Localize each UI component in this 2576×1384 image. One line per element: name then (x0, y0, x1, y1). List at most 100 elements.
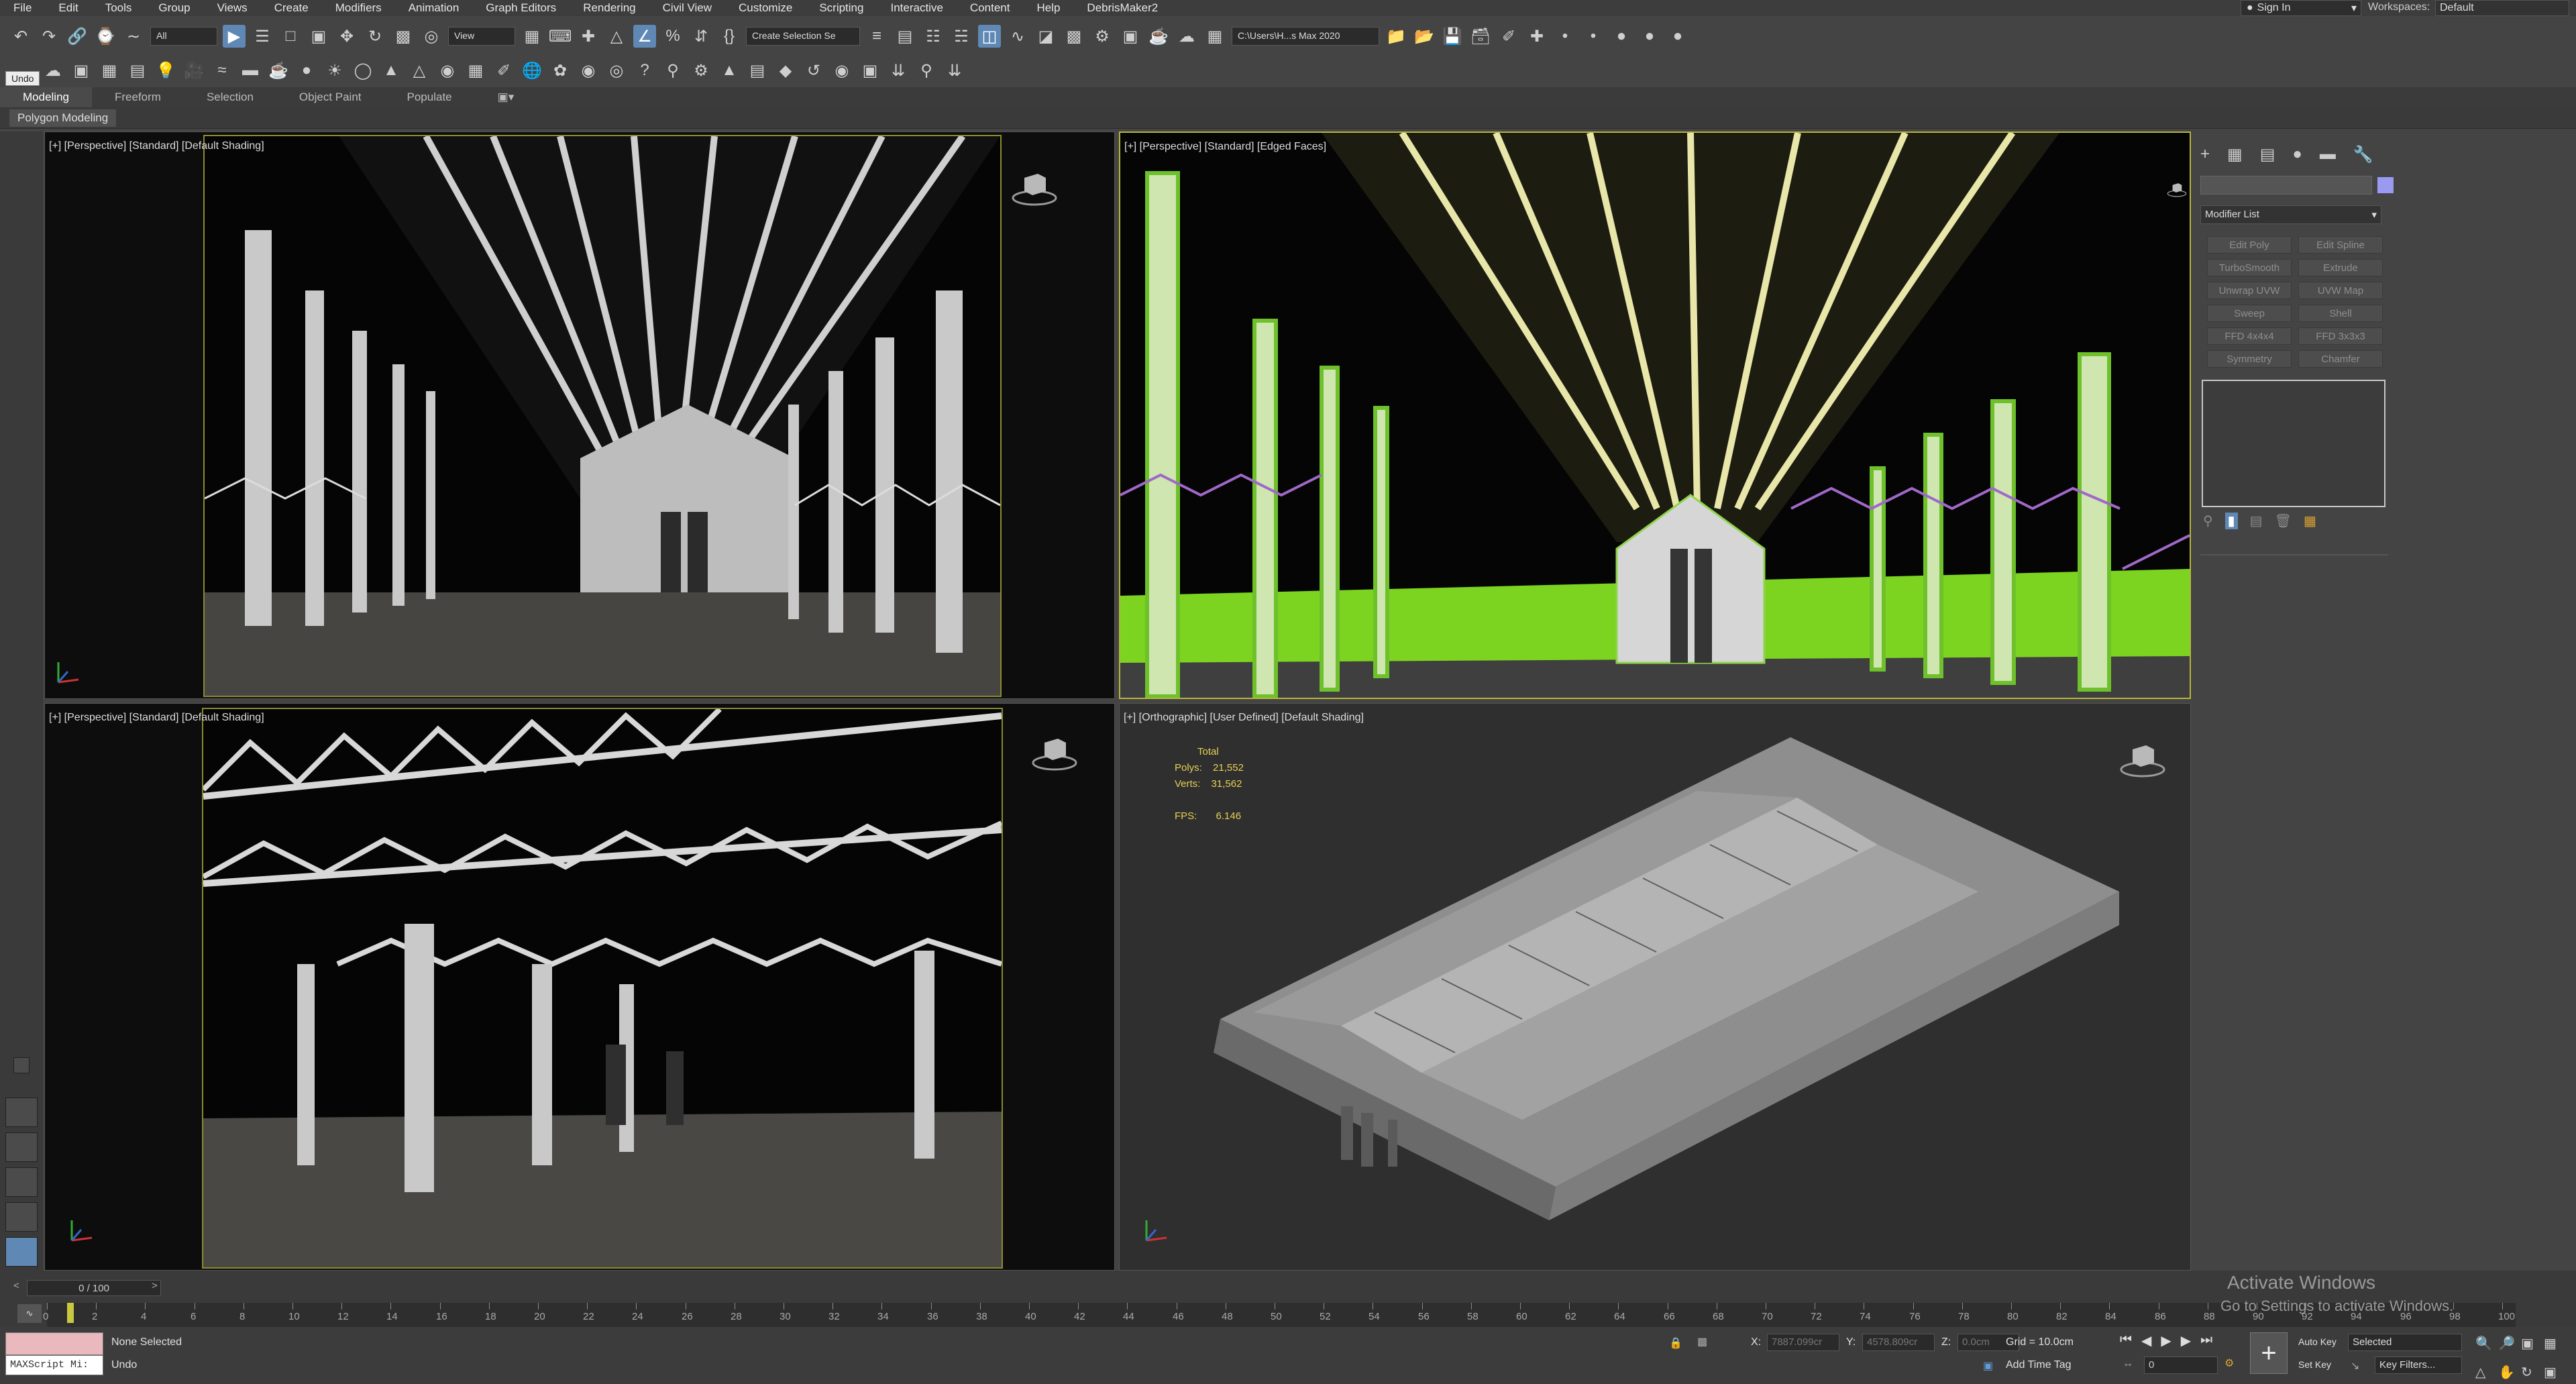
sphere-icon-2[interactable]: ● (1638, 25, 1661, 48)
configure-sets-icon[interactable]: ▦ (2304, 513, 2316, 529)
cycle-icon[interactable]: ↺ (802, 59, 825, 82)
time-tag-icon[interactable]: ▣ (1983, 1359, 1993, 1373)
torus-icon[interactable]: ◯ (352, 59, 374, 82)
viewport-top-left[interactable]: [+] [Perspective] [Standard] [Default Sh… (44, 131, 1115, 699)
next-frame-icon[interactable]: ▶ (2181, 1332, 2191, 1349)
reference-coord-select[interactable]: View (448, 27, 515, 46)
viewport-top-right[interactable]: [+] [Perspective] [Standard] [Edged Face… (1119, 131, 2191, 699)
unwrap-uvw-button[interactable]: Unwrap UVW (2207, 282, 2292, 299)
utilities-tab-icon[interactable]: 🔧 (2353, 145, 2373, 164)
viewport-bottom-right[interactable]: [+] [Orthographic] [User Defined] [Defau… (1119, 703, 2191, 1271)
dot-icon[interactable]: • (1554, 25, 1576, 48)
cone-icon[interactable]: ▲ (380, 59, 402, 82)
menu-item-debrismaker2[interactable]: DebrisMaker2 (1073, 1, 1171, 15)
snaps-toggle-icon[interactable]: △ (605, 25, 628, 48)
menu-item-modifiers[interactable]: Modifiers (322, 1, 395, 15)
panel-icon[interactable]: ▤ (126, 59, 149, 82)
hierarchy-tab-icon[interactable]: ▤ (2260, 145, 2275, 164)
key-filter-icon[interactable]: ↘ (2351, 1359, 2359, 1373)
keyboard-shortcut-override-icon[interactable]: ⌨ (549, 25, 572, 48)
menu-item-rendering[interactable]: Rendering (570, 1, 649, 15)
pan-icon[interactable]: ✋ (2498, 1364, 2521, 1381)
viewcube-icon[interactable] (1031, 731, 1078, 778)
viewcube-icon[interactable] (1011, 166, 1058, 213)
pivot-center-icon[interactable]: ▦ (521, 25, 543, 48)
menu-item-animation[interactable]: Animation (395, 1, 473, 15)
select-by-name-icon[interactable]: ☰ (251, 25, 274, 48)
pin-stack-icon[interactable]: ⚲ (2203, 513, 2213, 529)
key-mode-select[interactable]: Selected (2348, 1334, 2462, 1351)
symmetry-button[interactable]: Symmetry (2207, 350, 2292, 368)
turbosmooth-button[interactable]: TurboSmooth (2207, 259, 2292, 276)
time-config-icon[interactable]: ⚙ (2224, 1356, 2234, 1370)
maximize-viewport-icon[interactable]: ▣ (2544, 1364, 2567, 1381)
viewport-label[interactable]: [+] [Perspective] [Standard] [Default Sh… (49, 140, 264, 152)
sphere-icon-3[interactable]: ● (1666, 25, 1689, 48)
workspaces-select[interactable]: Default (2435, 0, 2569, 16)
gear-icon[interactable]: ⚙ (690, 59, 712, 82)
menu-item-scripting[interactable]: Scripting (806, 1, 877, 15)
place-icon[interactable]: ◎ (420, 25, 443, 48)
slider-left-arrow[interactable]: < (13, 1280, 19, 1291)
sun-icon[interactable]: ☀ (323, 59, 346, 82)
absolute-mode-icon[interactable]: ▩ (1697, 1335, 1707, 1348)
tree-icon[interactable]: ▲ (718, 59, 741, 82)
chamfer-button[interactable]: Chamfer (2298, 350, 2383, 368)
y-coordinate-field[interactable]: 4578.809cr (1862, 1334, 1935, 1351)
curve-editor-icon[interactable]: ∿ (1006, 25, 1029, 48)
material-editor-icon[interactable]: ▩ (1063, 25, 1085, 48)
object-name-field[interactable] (2200, 176, 2372, 195)
selection-filter-select[interactable]: All (150, 27, 217, 46)
layout-tab-3[interactable] (5, 1167, 38, 1197)
create-tab-icon[interactable]: + (2200, 145, 2210, 164)
rotate-icon[interactable]: ↻ (364, 25, 386, 48)
tab-selection[interactable]: Selection (184, 91, 276, 104)
box-icon[interactable]: ▣ (70, 59, 93, 82)
viewport-label[interactable]: [+] [Orthographic] [User Defined] [Defau… (1124, 712, 1364, 724)
render-icon[interactable]: ◎ (605, 59, 628, 82)
shape-icon[interactable]: ◆ (774, 59, 797, 82)
frame-icon[interactable]: ▣ (859, 59, 881, 82)
plant-icon[interactable]: ✿ (549, 59, 572, 82)
menu-item-file[interactable]: File (0, 1, 45, 15)
book-icon[interactable]: ▤ (746, 59, 769, 82)
menu-item-content[interactable]: Content (957, 1, 1024, 15)
zoom-icon[interactable]: 🔍 (2475, 1335, 2498, 1352)
key-mode-icon[interactable]: ↔ (2123, 1358, 2133, 1370)
bind-spacewarp-icon[interactable]: ∼ (122, 25, 145, 48)
link-icon[interactable]: 🔗 (66, 25, 89, 48)
pyramid-icon[interactable]: △ (408, 59, 431, 82)
a360-gallery-icon[interactable]: ▦ (1203, 25, 1226, 48)
auto-key-button[interactable]: Auto Key (2298, 1336, 2337, 1347)
move-icon[interactable]: ✥ (335, 25, 358, 48)
ffd-4x4x4-button[interactable]: FFD 4x4x4 (2207, 327, 2292, 345)
previous-frame-icon[interactable]: ◀ (2141, 1332, 2151, 1349)
go-to-end-icon[interactable]: ⏭ (2200, 1332, 2212, 1349)
menu-item-customize[interactable]: Customize (725, 1, 806, 15)
shell-button[interactable]: Shell (2298, 305, 2383, 322)
sign-in-dropdown[interactable]: ● Sign In ▾ (2241, 0, 2361, 16)
edit-poly-button[interactable]: Edit Poly (2207, 236, 2292, 254)
render-cloud-icon[interactable]: ☁ (1175, 25, 1198, 48)
viewport-label[interactable]: [+] [Perspective] [Standard] [Default Sh… (49, 712, 264, 724)
viewport-label[interactable]: [+] [Perspective] [Standard] [Edged Face… (1124, 141, 1326, 153)
set-key-big-icon[interactable]: + (2250, 1332, 2288, 1374)
menu-item-group[interactable]: Group (145, 1, 203, 15)
marker-icon[interactable]: ⚲ (915, 59, 938, 82)
maxscript-listener-pink[interactable] (5, 1332, 103, 1355)
open-project-icon[interactable]: 📂 (1413, 25, 1436, 48)
wire-icon[interactable]: ▦ (464, 59, 487, 82)
angle-snap-icon[interactable]: ∠ (633, 25, 656, 48)
menu-item-graph-editors[interactable]: Graph Editors (472, 1, 570, 15)
menu-item-civil-view[interactable]: Civil View (649, 1, 725, 15)
pin-icon[interactable]: ⚲ (661, 59, 684, 82)
layout-tab-4[interactable] (5, 1202, 38, 1232)
pin-stack-icon[interactable]: ✚ (1525, 25, 1548, 48)
view-icon[interactable]: ◉ (830, 59, 853, 82)
chevrons-down-icon[interactable]: ⇊ (887, 59, 910, 82)
layer-explorer-icon[interactable]: ☵ (950, 25, 973, 48)
time-slider[interactable]: 0 / 100 (27, 1280, 161, 1296)
modify-tab-icon[interactable]: ▦ (2227, 145, 2243, 164)
uvw-map-button[interactable]: UVW Map (2298, 282, 2383, 299)
render-setup-icon[interactable]: ⚙ (1091, 25, 1114, 48)
